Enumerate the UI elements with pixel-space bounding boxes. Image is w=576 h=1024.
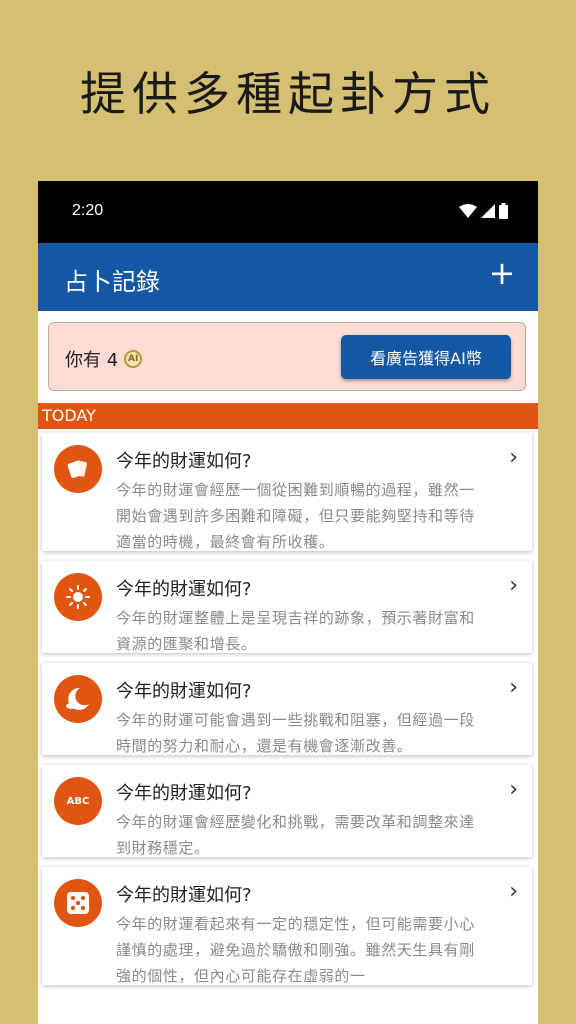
signal-icon xyxy=(481,204,495,218)
status-time: 2:20 xyxy=(72,202,104,219)
record-card[interactable]: ABC 今年的財運如何? 今年的財運會經歷變化和挑戰，需要改革和調整來達到財務穩… xyxy=(42,765,532,857)
abc-icon-text: ABC xyxy=(66,795,90,807)
section-header-today: TODAY xyxy=(38,403,538,429)
record-card[interactable]: 今年的財運如何? 今年的財運可能會遇到一些挑戰和阻塞，但經過一段時間的努力和耐心… xyxy=(42,663,532,755)
battery-icon xyxy=(499,203,508,219)
phone-screen: 2:20 占卜記錄 + 你有 4 AI 看廣告獲得AI幣 TODAY 今年的財運… xyxy=(38,181,538,1024)
record-question: 今年的財運如何? xyxy=(116,451,252,472)
watch-ad-button[interactable]: 看廣告獲得AI幣 xyxy=(341,335,511,379)
app-bar: 占卜記錄 + xyxy=(38,243,538,311)
coin-balance: 你有 4 AI xyxy=(65,346,143,372)
chevron-right-icon[interactable]: › xyxy=(509,879,518,904)
wifi-icon xyxy=(459,204,477,218)
abc-icon: ABC xyxy=(54,777,102,825)
add-button[interactable]: + xyxy=(484,257,520,293)
record-card[interactable]: 今年的財運如何? 今年的財運整體上是呈現吉祥的跡象，預示著財富和資源的匯聚和增長… xyxy=(42,561,532,653)
record-question: 今年的財運如何? xyxy=(116,681,252,702)
record-question: 今年的財運如何? xyxy=(116,579,252,600)
record-answer: 今年的財運會經歷一個從困難到順暢的過程，雖然一開始會遇到許多困難和障礙，但只要能… xyxy=(116,481,475,551)
record-question: 今年的財運如何? xyxy=(116,885,252,906)
record-answer: 今年的財運看起來有一定的穩定性，但可能需要小心謹慎的處理，避免過於驕傲和剛強。雖… xyxy=(116,915,475,985)
record-question: 今年的財運如何? xyxy=(116,783,252,804)
chevron-right-icon[interactable]: › xyxy=(509,675,518,700)
chevron-right-icon[interactable]: › xyxy=(509,777,518,802)
moon-icon xyxy=(54,675,102,723)
status-bar: 2:20 xyxy=(38,181,538,243)
ai-coin-icon: AI xyxy=(124,350,143,368)
record-answer: 今年的財運可能會遇到一些挑戰和阻塞，但經過一段時間的努力和耐心，還是有機會逐漸改… xyxy=(116,711,475,755)
chevron-right-icon[interactable]: › xyxy=(509,573,518,598)
record-card[interactable]: 今年的財運如何? 今年的財運看起來有一定的穩定性，但可能需要小心謹慎的處理，避免… xyxy=(42,867,532,985)
record-answer: 今年的財運會經歷變化和挑戰，需要改革和調整來達到財務穩定。 xyxy=(116,813,475,857)
coin-balance-text: 你有 4 xyxy=(65,350,119,371)
record-answer: 今年的財運整體上是呈現吉祥的跡象，預示著財富和資源的匯聚和增長。 xyxy=(116,609,475,653)
dice-icon xyxy=(54,879,102,927)
status-icons xyxy=(459,203,508,219)
promo-title: 提供多種起卦方式 xyxy=(80,67,496,121)
chevron-right-icon[interactable]: › xyxy=(509,445,518,470)
page-title: 占卜記錄 xyxy=(64,268,160,296)
sun-icon xyxy=(54,573,102,621)
coin-balance-panel: 你有 4 AI 看廣告獲得AI幣 xyxy=(48,322,526,391)
card-icon xyxy=(54,445,102,493)
record-card[interactable]: 今年的財運如何? 今年的財運會經歷一個從困難到順暢的過程，雖然一開始會遇到許多困… xyxy=(42,433,532,551)
